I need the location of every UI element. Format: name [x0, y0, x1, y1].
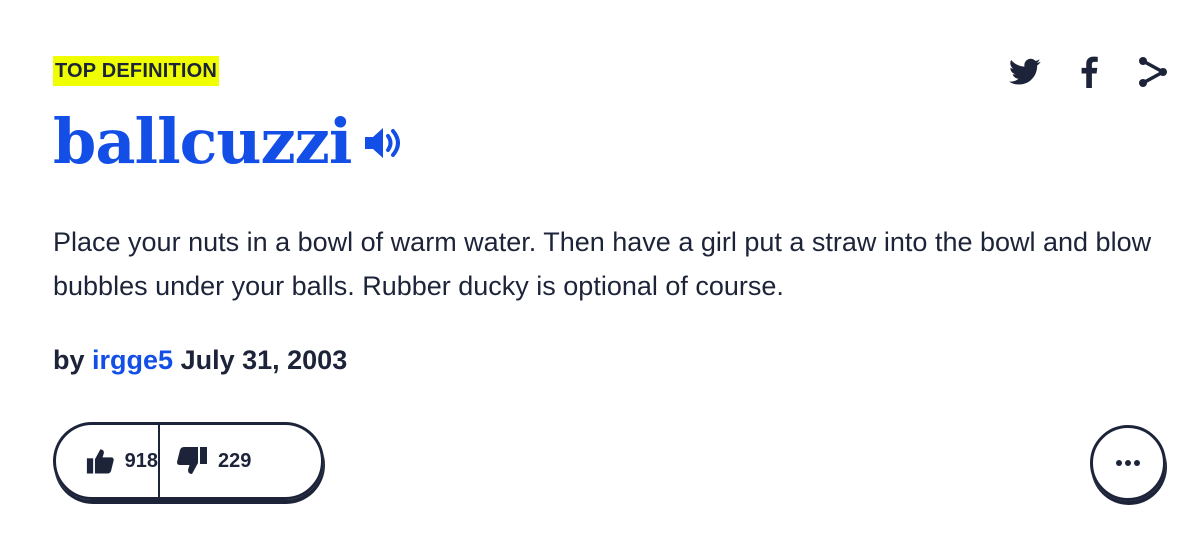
- author-link[interactable]: irgge5: [92, 345, 173, 375]
- thumbs-down-icon: [177, 447, 207, 474]
- speaker-icon[interactable]: [363, 125, 403, 166]
- downvote-count: 229: [218, 449, 252, 472]
- downvote-button[interactable]: 229: [160, 425, 251, 497]
- ellipsis-icon: [1116, 460, 1140, 466]
- definition-card: TOP DEFINITION ballcuzzi Place your nuts…: [0, 0, 1201, 545]
- upvote-count: 918: [124, 449, 158, 472]
- post-date: July 31, 2003: [180, 345, 348, 375]
- word-header: ballcuzzi: [53, 104, 403, 180]
- defined-word[interactable]: ballcuzzi: [53, 104, 352, 180]
- by-label: by: [53, 345, 85, 375]
- share-icon[interactable]: [1135, 54, 1171, 90]
- twitter-icon[interactable]: [1007, 54, 1043, 90]
- facebook-icon[interactable]: [1071, 54, 1107, 90]
- more-button[interactable]: [1090, 425, 1166, 501]
- top-definition-badge: TOP DEFINITION: [53, 56, 220, 86]
- thumbs-up-icon: [86, 449, 114, 474]
- upvote-button[interactable]: 918: [56, 425, 158, 497]
- contributor-line: by irgge5 July 31, 2003: [53, 340, 347, 380]
- share-bar: [1007, 54, 1171, 90]
- definition-meaning: Place your nuts in a bowl of warm water.…: [53, 227, 1152, 301]
- vote-group: 918 229: [53, 422, 324, 500]
